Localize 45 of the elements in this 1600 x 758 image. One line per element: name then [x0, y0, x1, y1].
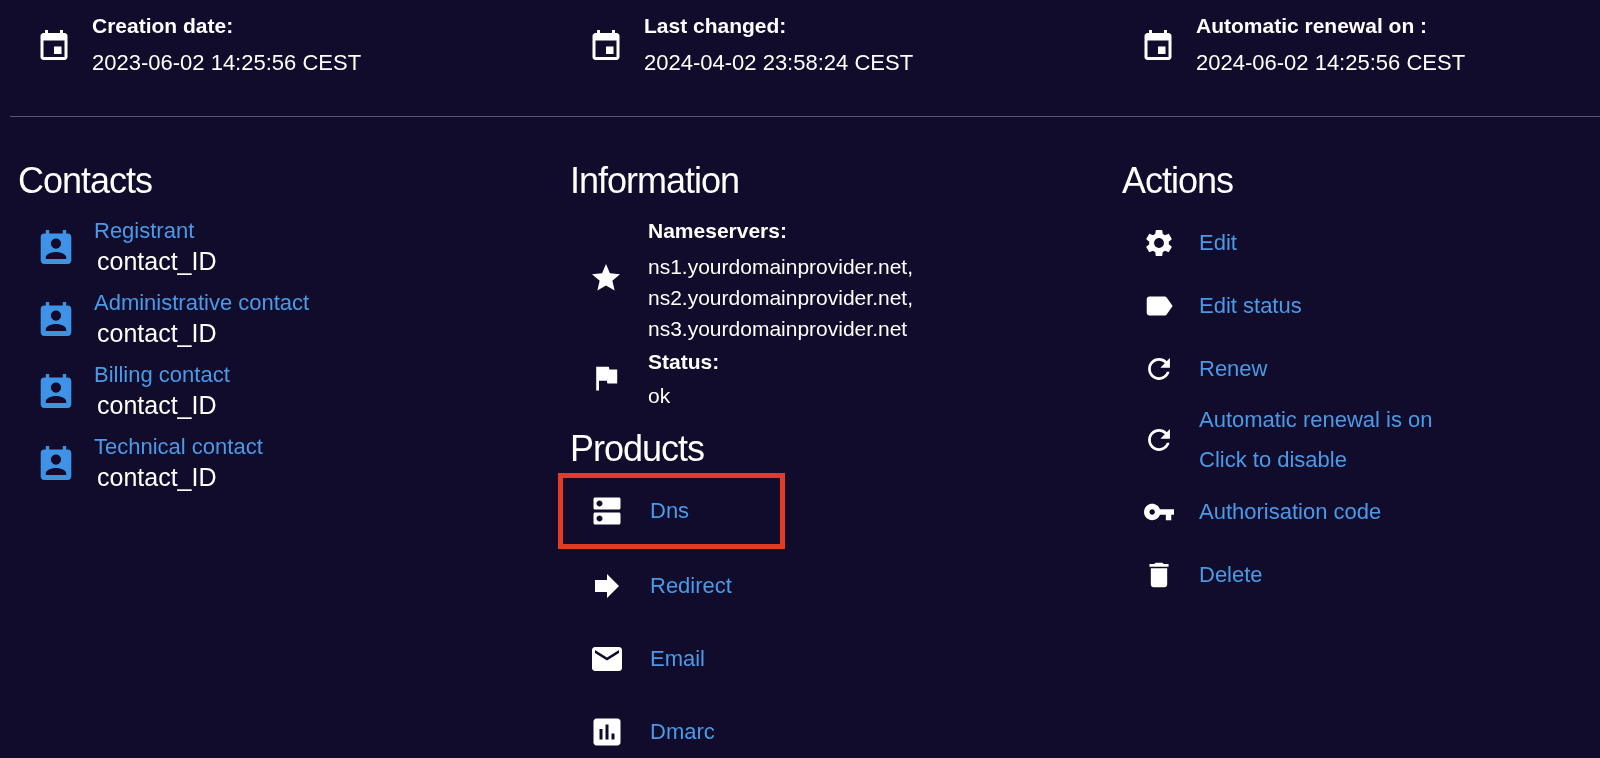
section-title: Information	[570, 161, 741, 201]
contact-link[interactable]: Administrative contact	[94, 289, 310, 317]
calendar-icon	[592, 30, 620, 60]
bar-chart-icon	[592, 716, 622, 747]
contact-icon	[40, 446, 72, 480]
contact-link[interactable]: Registrant	[94, 217, 217, 245]
date-value: 2024-06-02 14:25:56 CEST	[1196, 49, 1466, 77]
contact-link[interactable]: Technical contact	[94, 433, 263, 461]
contact-icon	[40, 230, 72, 264]
info-label: Status:	[648, 349, 720, 375]
action-link[interactable]: Renew	[1199, 348, 1268, 389]
info-value: ns1.yourdomainprovider.net,	[648, 254, 913, 280]
settings-icon	[1144, 227, 1174, 258]
info-label: Nameservers:	[648, 218, 788, 244]
product-link[interactable]: Dmarc	[650, 711, 715, 752]
contact-id: contact_ID	[96, 318, 218, 349]
action-link[interactable]: Edit status	[1199, 285, 1302, 326]
contact-icon	[40, 302, 72, 336]
contact-id: contact_ID	[96, 390, 218, 421]
calendar-icon	[40, 30, 68, 60]
info-value: ns3.yourdomainprovider.net	[648, 316, 909, 342]
contact-id: contact_ID	[96, 462, 218, 493]
action-link[interactable]: Delete	[1199, 554, 1263, 595]
action-link[interactable]: Authorisation code	[1199, 491, 1382, 532]
star-icon	[592, 263, 620, 292]
date-value: 2023-06-02 14:25:56 CEST	[92, 49, 362, 77]
date-label: Automatic renewal on :	[1196, 13, 1429, 39]
contact-id: contact_ID	[96, 246, 217, 277]
date-value: 2024-04-02 23:58:24 CEST	[644, 49, 914, 77]
contact-link[interactable]: Billing contact	[94, 361, 230, 389]
contact-icon	[40, 374, 72, 408]
date-label: Creation date:	[92, 13, 235, 39]
section-title: Actions	[1122, 161, 1235, 201]
action-link[interactable]: Automatic renewal is on Click to disable	[1199, 400, 1433, 480]
action-link[interactable]: Edit	[1199, 222, 1237, 263]
section-title: Contacts	[18, 161, 154, 201]
calendar-icon	[1144, 30, 1172, 60]
server-icon	[592, 496, 622, 526]
product-link[interactable]: Redirect	[650, 565, 732, 606]
date-label: Last changed:	[644, 13, 788, 39]
product-link[interactable]: Dns	[650, 491, 690, 531]
section-title: Products	[570, 429, 706, 469]
product-link[interactable]: Email	[650, 638, 705, 679]
info-value: ok	[648, 383, 672, 409]
info-value: ns2.yourdomainprovider.net,	[648, 285, 913, 311]
